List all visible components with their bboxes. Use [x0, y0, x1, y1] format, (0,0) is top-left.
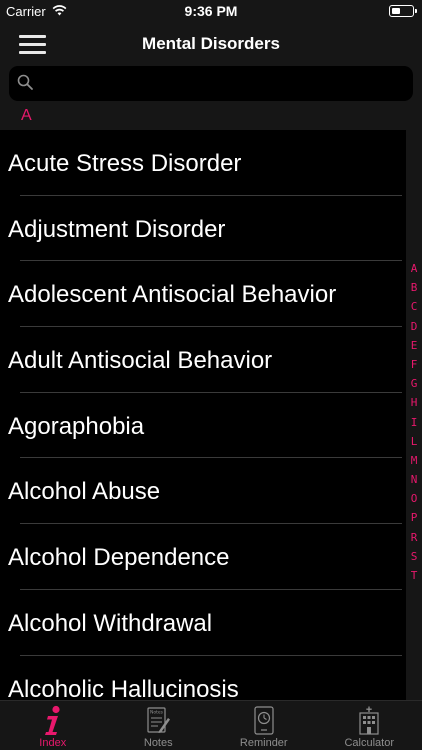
index-letter[interactable]: G [406, 374, 422, 393]
index-letter[interactable]: R [406, 528, 422, 547]
list-item[interactable]: Alcohol Abuse [0, 458, 406, 525]
index-letter[interactable]: F [406, 355, 422, 374]
tab-notes[interactable]: Notes Notes [106, 701, 212, 750]
disorder-list[interactable]: Acute Stress Disorder Adjustment Disorde… [0, 130, 406, 700]
index-letter[interactable]: S [406, 547, 422, 566]
tab-label: Reminder [239, 737, 288, 749]
section-header-letter: A [21, 107, 32, 124]
tab-label: Notes [143, 737, 173, 749]
index-letter[interactable]: T [406, 566, 422, 585]
index-letter[interactable]: B [406, 278, 422, 297]
notes-icon: Notes [147, 707, 171, 733]
index-letter[interactable]: A [406, 259, 422, 278]
index-letter[interactable]: I [406, 413, 422, 432]
list-item[interactable]: Agoraphobia [0, 393, 406, 459]
list-item[interactable]: Acute Stress Disorder [0, 130, 406, 196]
reminder-clock-icon [254, 706, 274, 735]
index-letter[interactable]: D [406, 317, 422, 336]
page-title: Mental Disorders [142, 34, 280, 53]
info-icon [44, 705, 60, 735]
search-icon [17, 74, 33, 90]
list-item[interactable]: Adjustment Disorder [0, 196, 406, 262]
index-letter[interactable]: C [406, 297, 422, 316]
list-item[interactable]: Adolescent Antisocial Behavior [0, 261, 406, 328]
tab-bar: Index Notes Notes Reminder Calculator [0, 700, 422, 750]
navigation-bar: Mental Disorders [0, 22, 422, 64]
index-letter[interactable]: E [406, 336, 422, 355]
list-item-label: Acute Stress Disorder [8, 150, 242, 177]
index-letter[interactable]: N [406, 470, 422, 489]
section-index[interactable]: A B C D E F G H I L M N O P R S T [406, 259, 422, 585]
list-item-label: Alcohol Dependence [8, 544, 230, 572]
list-item-label: Adult Antisocial Behavior [8, 347, 273, 375]
tab-calculator[interactable]: Calculator [317, 701, 422, 750]
clock-label: 9:36 PM [184, 3, 238, 19]
list-item-label: Adjustment Disorder [8, 215, 226, 243]
svg-text:Notes: Notes [150, 710, 164, 716]
hamburger-menu-icon[interactable] [19, 32, 47, 54]
index-letter[interactable]: O [406, 489, 422, 508]
search-bar[interactable] [9, 66, 413, 101]
list-item[interactable]: Alcoholic Hallucinosis [0, 656, 406, 701]
tab-index[interactable]: Index [0, 701, 106, 750]
list-item-label: Alcohol Withdrawal [8, 609, 213, 637]
tab-reminder[interactable]: Reminder [211, 701, 317, 750]
search-input[interactable] [41, 72, 403, 96]
list-item[interactable]: Adult Antisocial Behavior [0, 327, 406, 393]
list-item[interactable]: Alcohol Dependence [0, 524, 406, 590]
list-item[interactable]: Alcohol Withdrawal [0, 590, 406, 656]
status-bar: Carrier 9:36 PM [0, 0, 422, 22]
tab-label: Index [39, 737, 67, 749]
index-letter[interactable]: M [406, 451, 422, 470]
list-item-label: Agoraphobia [8, 412, 145, 440]
battery-icon [389, 5, 417, 17]
index-letter[interactable]: H [406, 393, 422, 412]
list-item-label: Adolescent Antisocial Behavior [8, 281, 337, 309]
list-item-label: Alcohol Abuse [8, 478, 161, 506]
list-item-label: Alcoholic Hallucinosis [8, 675, 239, 701]
index-letter[interactable]: P [406, 508, 422, 527]
tab-label: Calculator [344, 737, 395, 749]
hospital-building-icon [359, 706, 379, 735]
index-letter[interactable]: L [406, 432, 422, 451]
